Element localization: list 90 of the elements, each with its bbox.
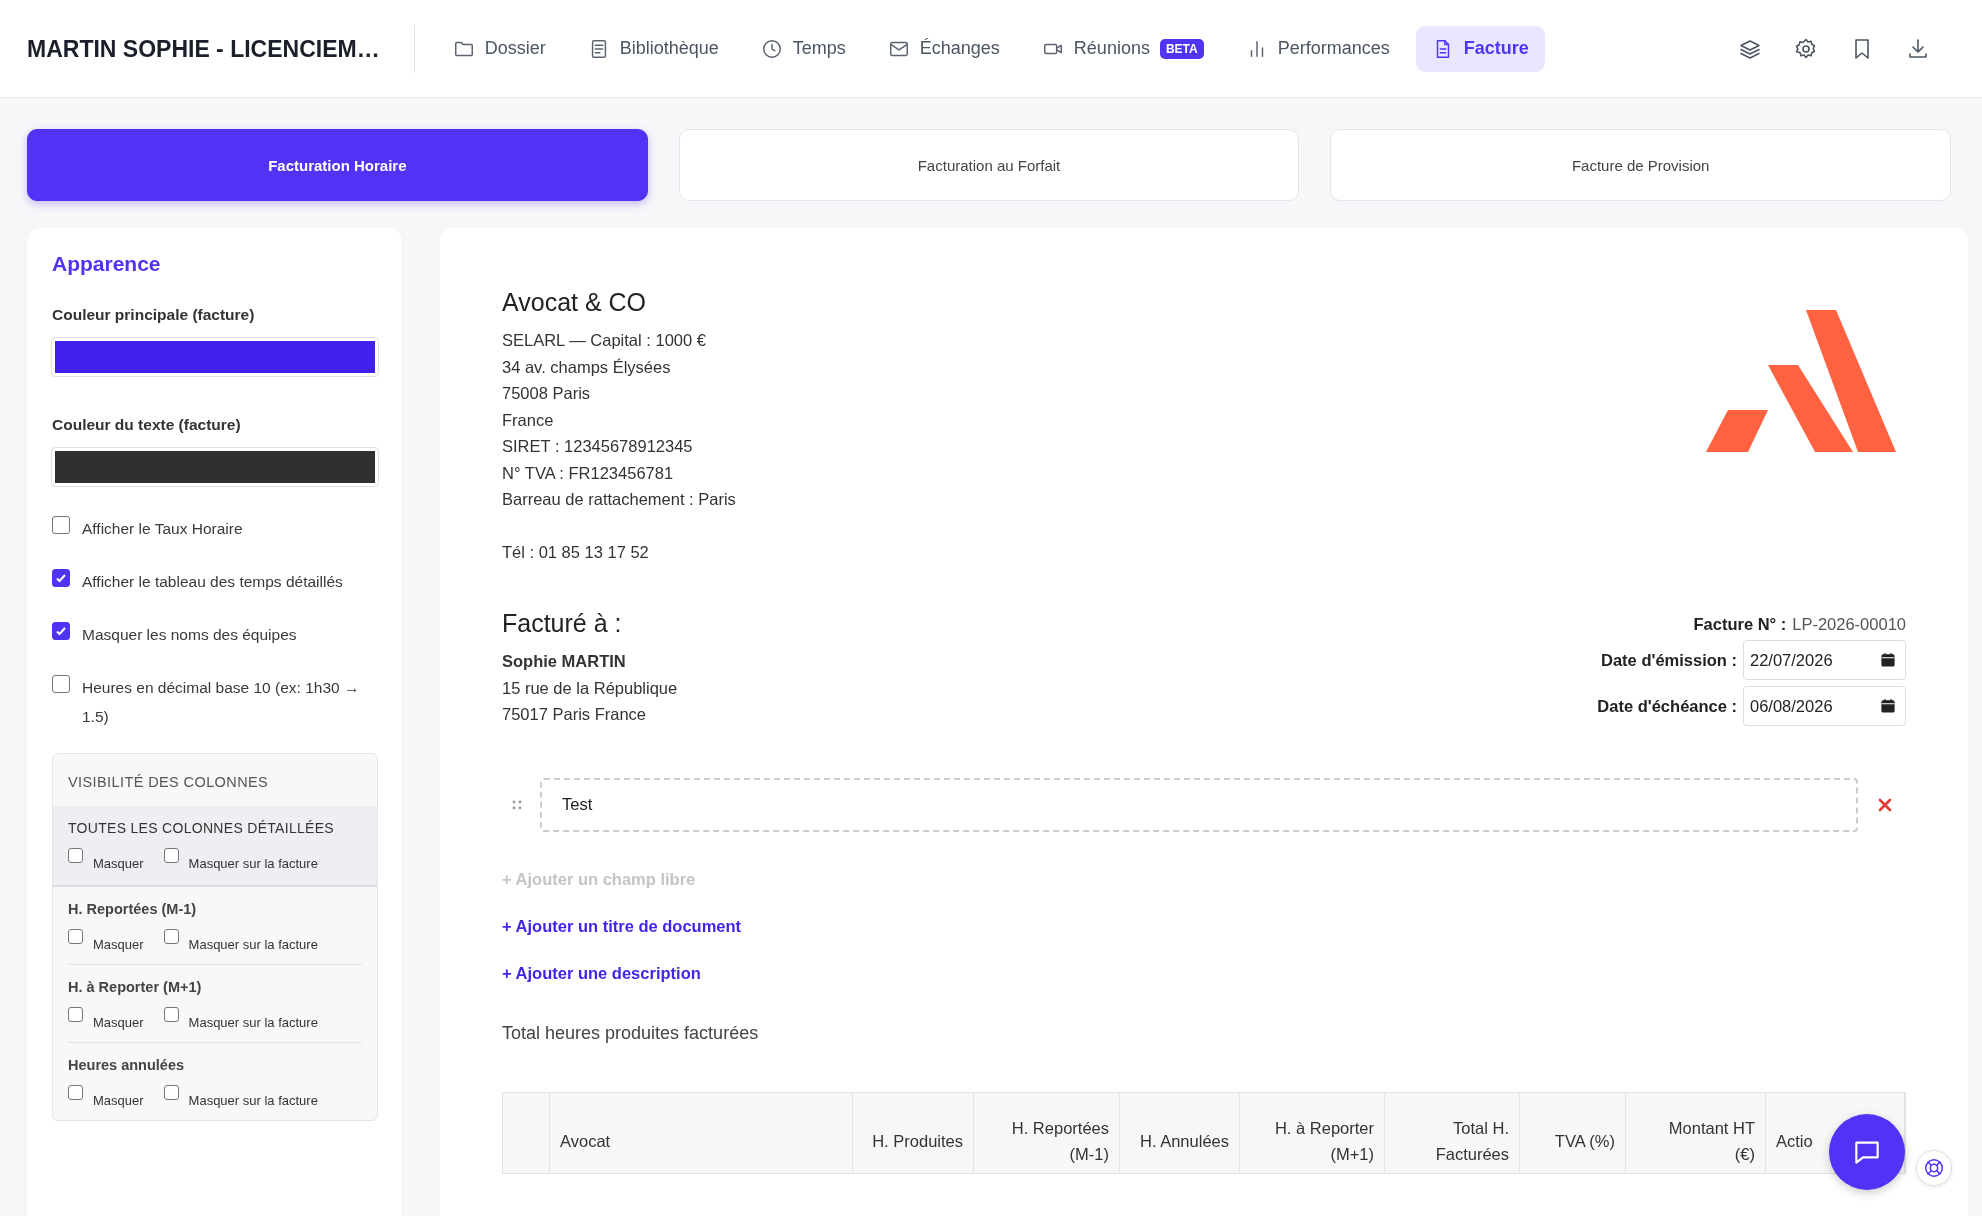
company-detail: N° TVA : FR123456781 — [502, 462, 675, 484]
download-icon — [1906, 36, 1930, 61]
client-address: 15 rue de la République — [502, 677, 678, 699]
case-title: MARTIN SOPHIE - LICENCIEM… — [27, 24, 415, 73]
client-name: Sophie MARTIN — [502, 651, 627, 672]
color-picker[interactable] — [52, 448, 378, 486]
nav-tab[interactable]: Bibliothèque — [571, 25, 735, 72]
column-header: Total H. Facturées — [1434, 1117, 1509, 1165]
checkbox[interactable] — [163, 848, 179, 863]
add-link[interactable]: + Ajouter une description — [502, 963, 701, 983]
company-detail: France — [502, 409, 555, 431]
checkbox-label: Masquer sur la facture — [188, 1092, 318, 1108]
check-icon — [55, 572, 67, 584]
checkbox-label: Heures en décimal base 10 (ex: 1h30 → 1.5) — [82, 678, 361, 727]
checkbox[interactable] — [52, 516, 70, 534]
column-header: H. Reportées (M-1) — [1010, 1117, 1109, 1165]
checkbox-label: Masquer — [93, 1014, 144, 1030]
close-icon — [1878, 797, 1892, 812]
color-picker[interactable] — [52, 338, 378, 376]
column-header: Montant HT (€) — [1667, 1117, 1755, 1165]
checkbox[interactable] — [68, 1085, 83, 1100]
date-field[interactable]: 06/08/2026 — [1743, 686, 1906, 726]
column-name: Heures annulées — [68, 1057, 186, 1073]
checkbox[interactable] — [163, 1085, 179, 1100]
column-header: Actio — [1776, 1130, 1813, 1152]
checkbox-label: Masquer sur la facture — [188, 855, 318, 871]
beta-badge: BETA — [1159, 38, 1204, 59]
checkbox[interactable] — [52, 622, 70, 640]
column-name: TOUTES LES COLONNES DÉTAILLÉES — [68, 820, 335, 836]
clock-icon — [760, 37, 783, 60]
checkbox[interactable] — [68, 848, 83, 863]
field-label: Date d'échéance : — [1597, 696, 1737, 716]
company-detail: 75008 Paris — [502, 383, 592, 404]
company-name: Avocat & CO — [502, 288, 648, 317]
column-header: Avocat — [560, 1130, 611, 1152]
checkbox[interactable] — [163, 929, 179, 944]
checkbox-label: Masquer — [93, 855, 144, 871]
add-link[interactable]: + Ajouter un titre de document — [502, 916, 742, 936]
nav-tab[interactable]: Performances — [1229, 25, 1406, 72]
company-phone: Tél : 01 85 13 17 52 — [502, 541, 650, 563]
company-detail: SELARL — Capital : 1000 € — [502, 330, 707, 351]
check-icon — [55, 625, 67, 637]
calendar-icon — [1879, 651, 1897, 669]
invoice-number: LP-2026-00010 — [1792, 615, 1906, 634]
settings-icon — [1794, 36, 1818, 61]
checkbox-label: Masquer sur la facture — [188, 936, 318, 952]
calendar-icon — [1879, 697, 1897, 715]
nav-tab[interactable]: Réunions BETA — [1025, 25, 1220, 72]
column-header: H. à Reporter (M+1) — [1273, 1117, 1374, 1165]
company-detail: Barreau de rattachement : Paris — [502, 489, 736, 510]
checkbox-label: Masquer les noms des équipes — [82, 625, 297, 645]
checkbox-label: Masquer sur la facture — [188, 1014, 318, 1030]
checkbox[interactable] — [163, 1007, 179, 1022]
nav-tab[interactable]: Temps — [744, 25, 862, 72]
checkbox[interactable] — [52, 569, 70, 587]
checkbox-label: Masquer — [93, 1092, 144, 1108]
lifebuoy-icon — [1923, 1157, 1945, 1179]
date-field[interactable]: 22/07/2026 — [1743, 640, 1906, 680]
field-label: Facture N° : — [1693, 615, 1787, 634]
free-text-field[interactable]: Test — [540, 777, 1858, 832]
column-header: H. Produites — [872, 1130, 963, 1152]
panel-title: Apparence — [52, 252, 162, 276]
field-label: Date d'émission : — [1601, 650, 1737, 670]
drag-handle-icon[interactable] — [512, 799, 522, 810]
billing-tab[interactable]: Facture de Provision — [1330, 129, 1951, 201]
client-address: 75017 Paris France — [502, 704, 647, 725]
billed-to-heading: Facturé à : — [502, 609, 623, 638]
checkbox[interactable] — [68, 929, 83, 944]
checkbox[interactable] — [68, 1007, 83, 1022]
checkbox-label: Afficher le Taux Horaire — [82, 519, 243, 539]
remove-button[interactable] — [1878, 797, 1892, 812]
billing-tab[interactable]: Facturation Horaire — [27, 129, 648, 201]
nav-tab[interactable]: Échanges — [871, 25, 1016, 72]
checkbox-label: Afficher le tableau des temps détaillés — [82, 572, 343, 592]
nav-tab[interactable]: Dossier — [436, 25, 562, 72]
field-label: Couleur du texte (facture) — [52, 416, 242, 434]
section-title: VISIBILITÉ DES COLONNES — [67, 773, 270, 792]
field-label: Couleur principale (facture) — [52, 306, 256, 324]
section-title: Total heures produites facturées — [502, 1022, 760, 1044]
column-name: H. Reportées (M-1) — [68, 901, 198, 917]
company-detail: SIRET : 12345678912345 — [502, 436, 694, 457]
company-detail: 34 av. champs Élysées — [502, 356, 672, 378]
column-header: TVA (%) — [1554, 1130, 1615, 1152]
column-header: H. Annulées — [1140, 1130, 1229, 1152]
checkbox-label: Masquer — [93, 936, 144, 952]
nav-tab[interactable]: Facture — [1415, 25, 1545, 72]
checkbox[interactable] — [52, 675, 70, 693]
billing-tab[interactable]: Facturation au Forfait — [678, 129, 1300, 201]
logo-icon — [1706, 310, 1896, 452]
column-name: H. à Reporter (M+1) — [68, 979, 203, 995]
